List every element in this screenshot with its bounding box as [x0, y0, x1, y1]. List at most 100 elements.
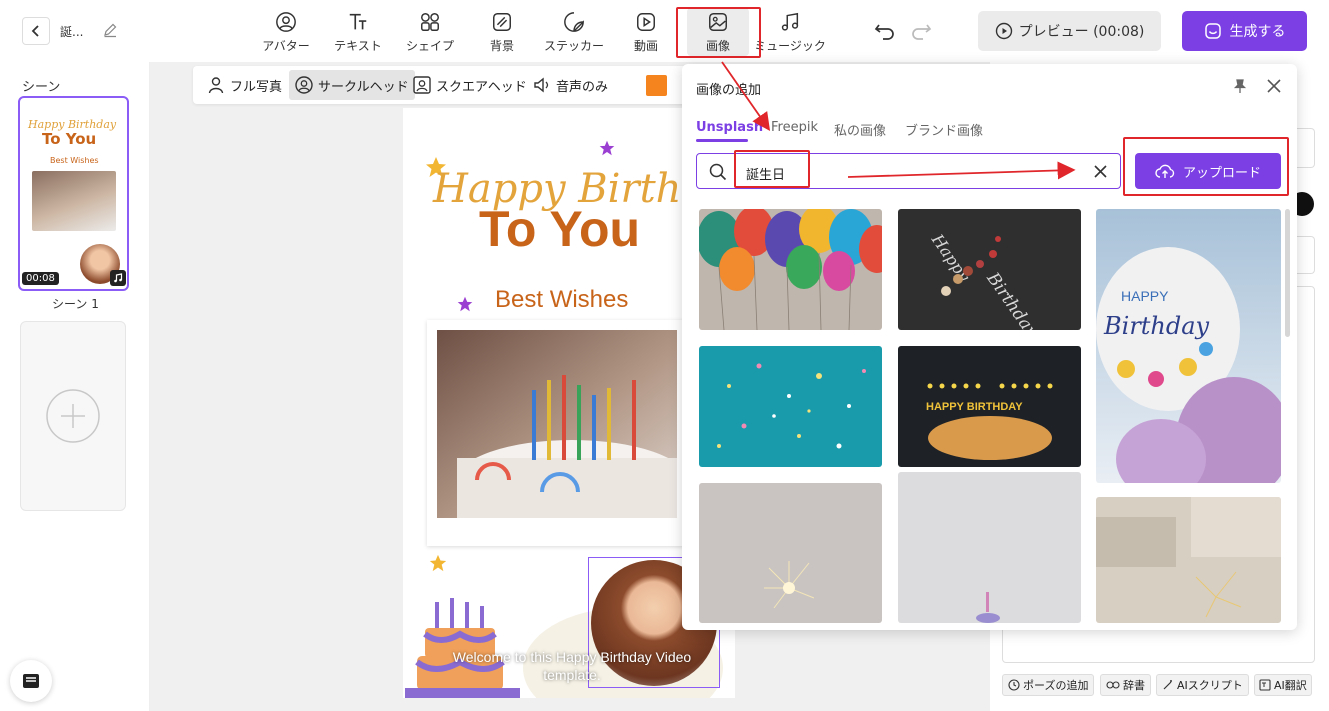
balloons-photo: [699, 209, 882, 330]
tab-unsplash[interactable]: Unsplash: [696, 120, 763, 142]
plus-circle-icon: [46, 389, 100, 443]
dictionary-button[interactable]: 辞書: [1100, 674, 1151, 696]
image-result-7[interactable]: [898, 472, 1081, 623]
tool-avatar[interactable]: アバター: [255, 8, 317, 56]
sticker-icon: [564, 12, 584, 32]
headline-to-you[interactable]: To You: [479, 200, 640, 258]
text-icon: [349, 13, 367, 30]
scene-thumbnail-1[interactable]: Happy Birthday To You Best Wishes 00:08: [18, 96, 129, 291]
tool-video[interactable]: 動画: [615, 8, 677, 56]
star-sticker-purple: [599, 140, 615, 156]
speaker-icon: [534, 77, 549, 93]
tab-my-images[interactable]: 私の画像: [834, 120, 886, 139]
ai-translate-button[interactable]: AI翻訳: [1254, 674, 1312, 696]
candles-cake-photo: HAPPY BIRTHDAY: [898, 346, 1081, 467]
layout-circle-head-label: サークルヘッド: [318, 79, 409, 95]
cake-photo[interactable]: [427, 320, 687, 546]
tab-freepik[interactable]: Freepik: [771, 120, 818, 135]
cake-photo-image: [437, 330, 687, 520]
results-scrollbar[interactable]: [1285, 209, 1290, 337]
annotation-highlight-search: [734, 150, 810, 188]
dialog-title: 画像の追加: [696, 83, 762, 98]
image-result-2[interactable]: Happy Birthday: [898, 209, 1081, 330]
image-result-8[interactable]: [1096, 497, 1281, 623]
layout-square-head[interactable]: スクエアヘッド: [413, 73, 527, 97]
chevron-left-icon: [31, 25, 39, 37]
tab-brand-images[interactable]: ブランド画像: [905, 120, 983, 139]
candle-light-photo: [898, 472, 1081, 623]
thumb-photo: [32, 171, 116, 231]
active-tab-underline: [696, 139, 748, 142]
image-result-4[interactable]: [699, 346, 882, 467]
translate-icon: [1259, 679, 1271, 691]
layout-circle-head[interactable]: サークルヘッド: [289, 70, 415, 100]
image-result-1[interactable]: [699, 209, 882, 330]
clock-icon: [1008, 679, 1020, 691]
chalk-birthday-photo: Happy Birthday: [898, 209, 1081, 330]
back-button[interactable]: [22, 17, 50, 45]
music-note-badge: [110, 270, 126, 286]
tool-sticker[interactable]: ステッカー: [543, 8, 605, 56]
layout-audio-only[interactable]: 音声のみ: [533, 73, 608, 97]
tool-avatar-label: アバター: [262, 39, 310, 53]
cake-candle-text: HAPPY BIRTHDAY: [926, 401, 1023, 413]
tool-shape[interactable]: シェイプ: [399, 8, 461, 56]
circle-head-icon: [295, 76, 313, 94]
video-icon: [637, 13, 655, 31]
image-result-6[interactable]: [699, 483, 882, 623]
annotation-highlight-image-tool: [676, 7, 761, 58]
close-icon[interactable]: [1266, 78, 1282, 94]
thumb-headline-2: To You: [42, 130, 97, 148]
birthday-balloon-photo: HAPPY Birthday: [1096, 209, 1281, 483]
music-icon: [781, 12, 799, 31]
add-pause-button[interactable]: ポーズの追加: [1002, 674, 1095, 696]
ai-script-label: AIスクリプト: [1177, 679, 1243, 692]
annotation-highlight-upload: [1123, 137, 1289, 196]
color-swatch[interactable]: [646, 75, 667, 96]
image-result-3[interactable]: HAPPY Birthday: [1096, 209, 1281, 483]
project-title[interactable]: 誕...: [60, 23, 83, 40]
top-toolbar: 誕... アバター テキスト シェイプ 背景 ステッカー 動画 画像 ミュージッ…: [0, 0, 1329, 62]
inbox-icon: [23, 674, 39, 688]
tool-music[interactable]: ミュージック: [752, 8, 828, 56]
image-result-5[interactable]: HAPPY BIRTHDAY: [898, 346, 1081, 467]
layout-toolbar: フル写真 サークルヘッド スクエアヘッド 音声のみ: [193, 66, 723, 104]
preview-button[interactable]: プレビュー (00:08): [978, 11, 1161, 51]
scene-panel-title: シーン: [22, 80, 61, 95]
tool-text[interactable]: テキスト: [327, 8, 389, 56]
subtitle-best-wishes[interactable]: Best Wishes: [495, 286, 628, 314]
redo-icon[interactable]: [910, 21, 932, 41]
layout-full-photo-label: フル写真: [230, 79, 283, 95]
tool-video-label: 動画: [633, 39, 658, 53]
layout-audio-only-label: 音声のみ: [556, 79, 609, 95]
tool-sticker-label: ステッカー: [543, 39, 604, 53]
clear-search-icon[interactable]: [1094, 165, 1107, 178]
balloon-text-1: HAPPY: [1121, 288, 1169, 304]
feedback-button[interactable]: [10, 660, 52, 702]
preview-label: プレビュー (00:08): [1018, 24, 1145, 40]
magic-wand-icon: [1163, 680, 1172, 690]
scene-duration-badge: 00:08: [22, 272, 59, 285]
add-scene-button[interactable]: [20, 321, 126, 511]
layout-square-head-label: スクエアヘッド: [436, 79, 527, 95]
avatar-icon: [276, 12, 296, 32]
thumb-subtitle: Best Wishes: [50, 156, 99, 165]
ai-script-button[interactable]: AIスクリプト: [1156, 674, 1249, 696]
pin-icon[interactable]: [1232, 78, 1248, 94]
tool-background[interactable]: 背景: [471, 8, 533, 56]
edit-pencil-icon[interactable]: [102, 22, 118, 38]
tool-shape-label: シェイプ: [405, 39, 454, 53]
video-caption[interactable]: Welcome to this Happy Birthday Video tem…: [441, 648, 703, 684]
layout-full-photo[interactable]: フル写真: [207, 73, 282, 97]
background-icon: [493, 13, 511, 31]
music-note-icon: [114, 273, 123, 283]
generate-label: 生成する: [1229, 24, 1286, 40]
generate-button[interactable]: 生成する: [1182, 11, 1307, 51]
scene-1-label: シーン 1: [52, 297, 99, 311]
undo-icon[interactable]: [874, 21, 896, 41]
tool-background-label: 背景: [489, 39, 514, 53]
shape-icon: [421, 13, 439, 31]
star-sticker-purple-2: [457, 296, 473, 312]
dictionary-label: 辞書: [1123, 679, 1145, 692]
add-pause-label: ポーズの追加: [1023, 679, 1089, 692]
